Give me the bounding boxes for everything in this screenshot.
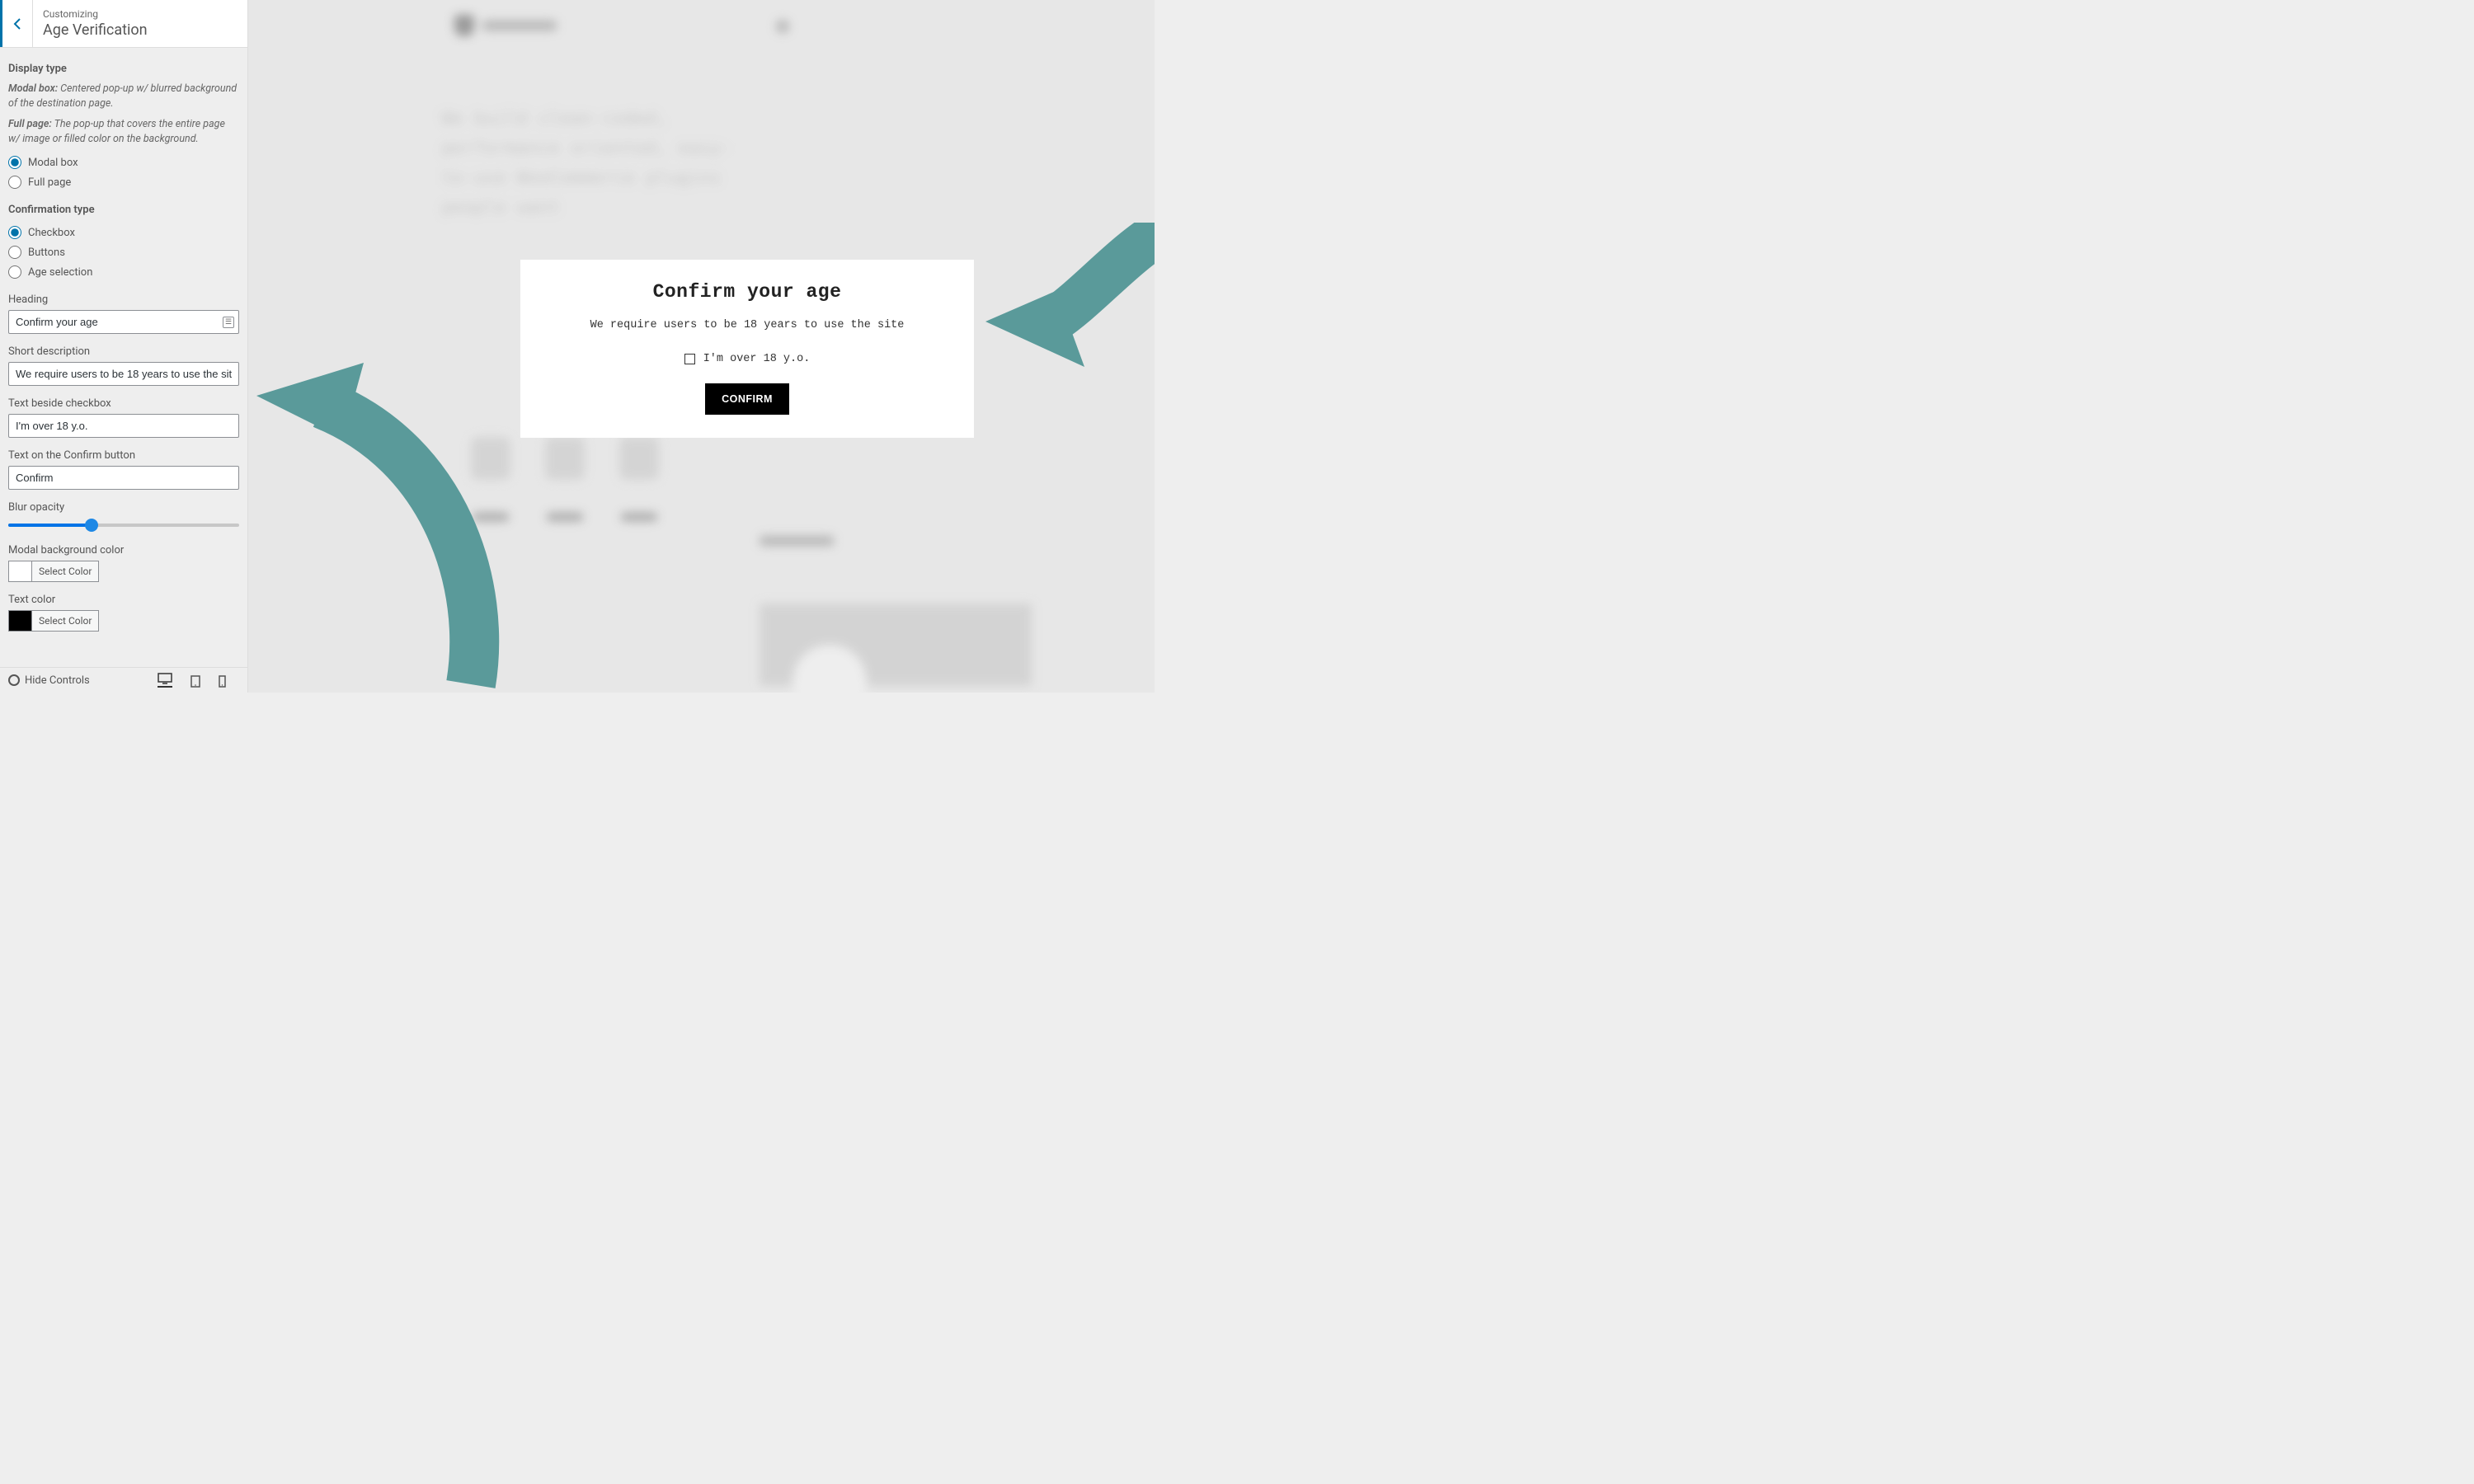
heading-field-label: Heading — [8, 294, 239, 306]
age-checkbox[interactable] — [684, 354, 695, 364]
text-color-swatch — [9, 611, 32, 631]
modal-title: Confirm your age — [537, 281, 957, 303]
modal-description: We require users to be 18 years to use t… — [537, 319, 957, 331]
radio-modal-box-input[interactable] — [8, 156, 21, 169]
preview-pane: We build clean-coded, performance orient… — [248, 0, 1155, 693]
heading-input[interactable] — [8, 310, 239, 334]
age-verification-modal: Confirm your age We require users to be … — [520, 260, 974, 438]
checkbox-text-field-label: Text beside checkbox — [8, 397, 239, 410]
device-switcher — [158, 673, 239, 688]
device-mobile[interactable] — [219, 675, 226, 688]
confirm-btn-input[interactable] — [8, 466, 239, 490]
short-desc-input[interactable] — [8, 362, 239, 386]
page-title: Age Verification — [43, 21, 238, 39]
radio-full-page[interactable]: Full page — [8, 172, 239, 192]
autofill-icon: ☰ — [223, 317, 234, 328]
checkbox-text-input[interactable] — [8, 414, 239, 438]
full-page-desc: Full page: The pop-up that covers the en… — [8, 117, 239, 146]
display-type-heading: Display type — [8, 63, 239, 75]
desktop-icon — [158, 673, 172, 684]
device-tablet[interactable] — [190, 675, 200, 688]
customizer-sidebar: Customizing Age Verification Display typ… — [0, 0, 248, 693]
radio-buttons-input[interactable] — [8, 246, 21, 259]
select-color-button-2[interactable]: Select Color — [32, 611, 98, 631]
header-titles: Customizing Age Verification — [33, 0, 247, 47]
radio-checkbox-input[interactable] — [8, 226, 21, 239]
sidebar-header: Customizing Age Verification — [0, 0, 247, 48]
text-color-control[interactable]: Select Color — [8, 610, 99, 632]
select-color-button[interactable]: Select Color — [32, 561, 98, 581]
modal-checkbox-row[interactable]: I'm over 18 y.o. — [537, 353, 957, 365]
breadcrumb: Customizing — [43, 8, 238, 20]
confirm-btn-field-label: Text on the Confirm button — [8, 449, 239, 462]
blur-opacity-slider[interactable] — [8, 518, 239, 533]
age-checkbox-label: I'm over 18 y.o. — [703, 353, 811, 365]
radio-buttons[interactable]: Buttons — [8, 242, 239, 262]
modal-bg-swatch — [9, 561, 32, 581]
back-button[interactable] — [0, 0, 33, 47]
confirmation-type-heading: Confirmation type — [8, 204, 239, 216]
radio-checkbox[interactable]: Checkbox — [8, 223, 239, 242]
radio-full-page-input[interactable] — [8, 176, 21, 189]
collapse-icon — [8, 674, 20, 686]
text-color-label: Text color — [8, 594, 239, 606]
sidebar-footer: Hide Controls — [0, 667, 247, 693]
short-desc-field-label: Short description — [8, 345, 239, 358]
modal-bg-color-label: Modal background color — [8, 544, 239, 556]
device-desktop[interactable] — [158, 673, 172, 688]
blur-opacity-label: Blur opacity — [8, 501, 239, 514]
radio-modal-box[interactable]: Modal box — [8, 153, 239, 172]
hide-controls-button[interactable]: Hide Controls — [8, 674, 90, 687]
modal-bg-color-control[interactable]: Select Color — [8, 561, 99, 582]
confirm-button[interactable]: CONFIRM — [705, 383, 789, 415]
chevron-left-icon — [13, 18, 21, 30]
radio-age-selection[interactable]: Age selection — [8, 262, 239, 282]
modal-box-desc: Modal box: Centered pop-up w/ blurred ba… — [8, 82, 239, 110]
mobile-icon — [219, 675, 226, 688]
sidebar-body: Display type Modal box: Centered pop-up … — [0, 48, 247, 667]
tablet-icon — [190, 675, 200, 688]
radio-age-selection-input[interactable] — [8, 265, 21, 279]
